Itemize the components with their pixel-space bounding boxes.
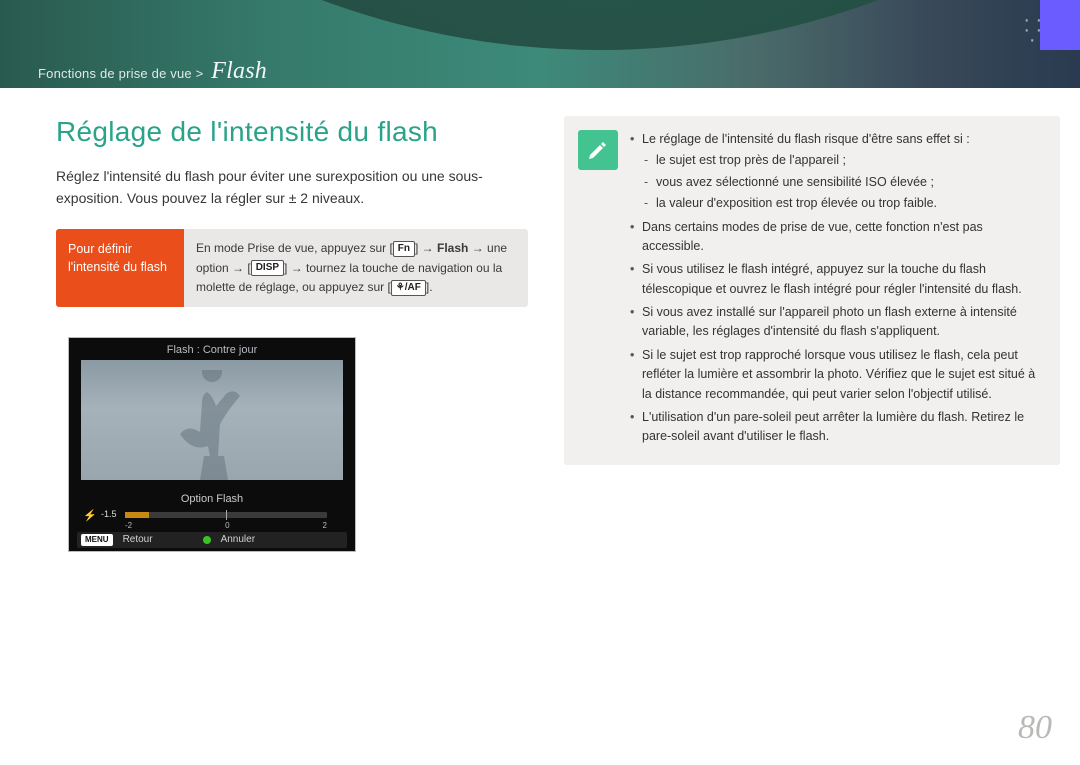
lcd-scene bbox=[81, 360, 343, 480]
lcd-ev-center-tick bbox=[226, 510, 227, 520]
lcd-ev-value: -1.5 bbox=[101, 509, 117, 519]
instruction-text-1: En mode Prise de vue, appuyez sur [ bbox=[196, 241, 393, 255]
note-sub-item: la valeur d'exposition est trop élevée o… bbox=[642, 194, 1046, 213]
right-column: Le réglage de l'intensité du flash risqu… bbox=[564, 116, 1060, 552]
silhouette-icon bbox=[167, 370, 257, 480]
instruction-bold-flash: Flash bbox=[437, 241, 468, 255]
fn-key-icon: Fn bbox=[393, 241, 415, 257]
note-item: Dans certains modes de prise de vue, cet… bbox=[630, 218, 1046, 257]
camera-lcd-preview: Flash : Contre jour Option Flash ⚡ -1.5 … bbox=[68, 337, 356, 552]
note-sub-item: le sujet est trop près de l'appareil ; bbox=[642, 151, 1046, 170]
note-sublist: le sujet est trop près de l'appareil ; v… bbox=[642, 151, 1046, 213]
instruction-box: Pour définir l'intensité du flash En mod… bbox=[56, 229, 528, 307]
content-area: Réglage de l'intensité du flash Réglez l… bbox=[0, 88, 1080, 552]
lcd-scale: ⚡ -1.5 -2 0 2 bbox=[87, 509, 337, 529]
flash-icon: ⚡ bbox=[83, 509, 97, 522]
page-number: 80 bbox=[1018, 709, 1052, 747]
note-item: Le réglage de l'intensité du flash risqu… bbox=[630, 130, 1046, 214]
tick-left: -2 bbox=[125, 521, 132, 530]
note-item: Si vous utilisez le flash intégré, appuy… bbox=[630, 260, 1046, 299]
breadcrumb-prefix: Fonctions de prise de vue > bbox=[38, 66, 203, 81]
note-box: Le réglage de l'intensité du flash risqu… bbox=[564, 116, 1060, 465]
section-title: Réglage de l'intensité du flash bbox=[56, 116, 528, 148]
instruction-text-2: ] → bbox=[415, 241, 437, 255]
note-text: Le réglage de l'intensité du flash risqu… bbox=[642, 132, 970, 146]
note-item: Si le sujet est trop rapproché lorsque v… bbox=[630, 346, 1046, 404]
tick-right: 2 bbox=[323, 521, 327, 530]
tick-mid: 0 bbox=[225, 521, 229, 530]
note-pencil-icon bbox=[578, 130, 618, 170]
note-sub-item: vous avez sélectionné une sensibilité IS… bbox=[642, 173, 1046, 192]
lcd-back-label: Retour bbox=[123, 534, 153, 545]
left-column: Réglage de l'intensité du flash Réglez l… bbox=[56, 116, 528, 552]
breadcrumb-section: Flash bbox=[211, 58, 267, 84]
disp-key-icon: DISP bbox=[251, 260, 284, 276]
note-item: Si vous avez installé sur l'appareil pho… bbox=[630, 303, 1046, 342]
lcd-ev-fill bbox=[125, 512, 149, 518]
lcd-cancel-label: Annuler bbox=[221, 534, 255, 545]
lcd-footer: MENU Retour Annuler bbox=[77, 532, 347, 548]
instruction-label: Pour définir l'intensité du flash bbox=[56, 229, 184, 307]
dot-indicator-icon bbox=[203, 536, 211, 544]
note-list: Le réglage de l'intensité du flash risqu… bbox=[630, 130, 1046, 451]
instruction-text-5: ]. bbox=[426, 280, 433, 294]
header-decor-curve bbox=[0, 0, 1080, 50]
lcd-ev-ticks: -2 0 2 bbox=[125, 521, 327, 530]
menu-key-icon: MENU bbox=[81, 534, 113, 546]
lcd-ev-bar bbox=[125, 512, 327, 518]
header-accent bbox=[1040, 0, 1080, 50]
instruction-body: En mode Prise de vue, appuyez sur [Fn] →… bbox=[184, 229, 528, 307]
page-header: · · ·· · · · · Fonctions de prise de vue… bbox=[0, 0, 1080, 88]
breadcrumb: Fonctions de prise de vue > Flash bbox=[38, 58, 267, 85]
lcd-option-label: Option Flash bbox=[69, 493, 355, 505]
note-item: L'utilisation d'un pare-soleil peut arrê… bbox=[630, 408, 1046, 447]
af-key-icon: ⚘/AF bbox=[391, 280, 426, 296]
lcd-mode-title: Flash : Contre jour bbox=[69, 344, 355, 356]
intro-paragraph: Réglez l'intensité du flash pour éviter … bbox=[56, 166, 528, 209]
